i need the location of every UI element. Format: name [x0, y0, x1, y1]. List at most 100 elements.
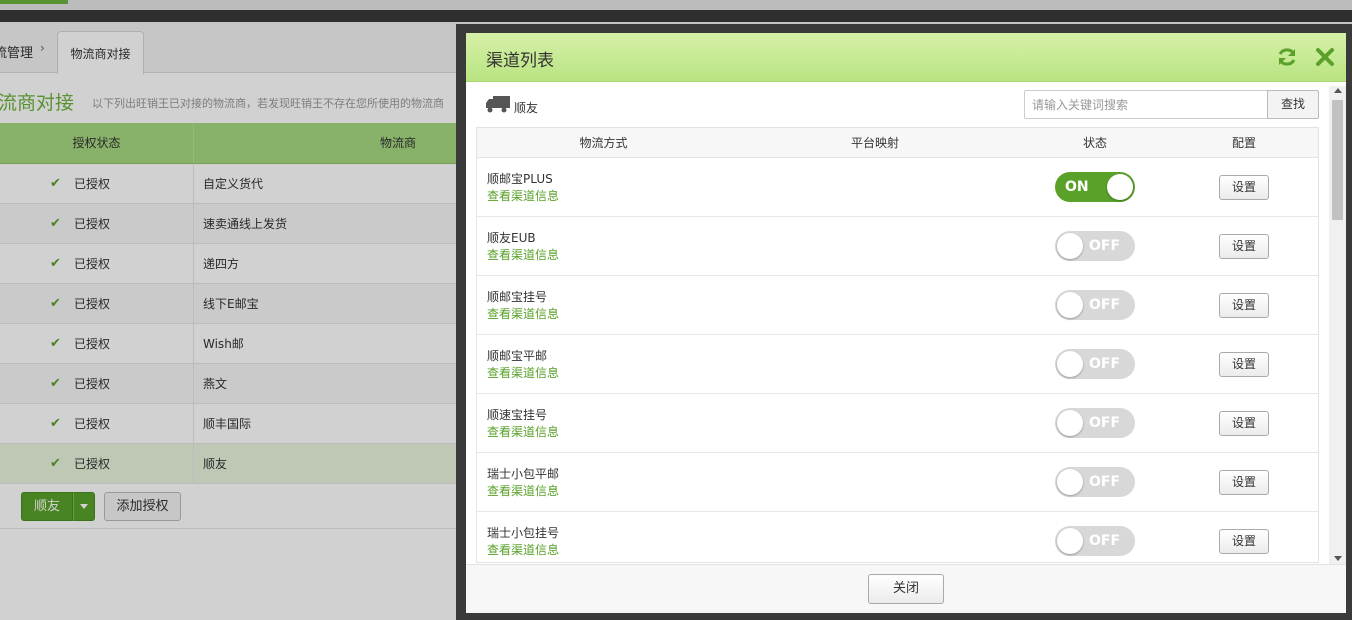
config-cell: 设置 [1170, 158, 1318, 216]
modal-body: 渠道列表 顺友 查找 物流方式 [466, 33, 1346, 613]
config-cell: 设置 [1170, 512, 1318, 562]
refresh-icon[interactable] [1276, 46, 1298, 68]
platform-mapping-cell [730, 453, 1020, 511]
status-toggle[interactable]: OFF [1055, 290, 1135, 320]
toggle-knob [1057, 469, 1083, 495]
platform-mapping-cell [730, 276, 1020, 334]
carrier-name: 顺友 [514, 101, 539, 115]
config-cell: 设置 [1170, 453, 1318, 511]
settings-button[interactable]: 设置 [1219, 351, 1269, 377]
table-row: 顺邮宝挂号 查看渠道信息 OFF 设置 [477, 276, 1318, 335]
modal-footer: 关闭 [466, 564, 1346, 613]
header-config: 配置 [1231, 136, 1256, 150]
channel-table: 物流方式 平台映射 状态 配置 顺邮宝PLUS 查看渠道信息 ON 设置 顺友EUB 查看… [476, 127, 1319, 563]
config-cell: 设置 [1170, 276, 1318, 334]
shipping-method-cell: 顺邮宝PLUS 查看渠道信息 [477, 158, 730, 216]
search-button[interactable]: 查找 [1267, 90, 1319, 119]
toggle-knob [1057, 233, 1083, 259]
header-platform-mapping: 平台映射 [850, 136, 899, 150]
shipping-method-cell: 顺速宝挂号 查看渠道信息 [477, 394, 730, 452]
scroll-down-arrow-icon[interactable] [1334, 556, 1342, 561]
platform-mapping-cell [730, 512, 1020, 562]
shipping-method-cell: 瑞士小包挂号 查看渠道信息 [477, 512, 730, 562]
shipping-method-name: 瑞士小包平邮 [487, 467, 560, 481]
scroll-thumb[interactable] [1332, 100, 1343, 220]
view-channel-info-link[interactable]: 查看渠道信息 [487, 541, 730, 559]
status-cell: OFF [1020, 512, 1170, 562]
status-toggle[interactable]: OFF [1055, 526, 1135, 556]
settings-button[interactable]: 设置 [1219, 292, 1269, 318]
settings-button[interactable]: 设置 [1219, 469, 1269, 495]
scroll-up-arrow-icon[interactable] [1334, 88, 1342, 93]
modal-toolbar: 顺友 查找 [466, 82, 1346, 127]
platform-mapping-cell [730, 217, 1020, 275]
platform-mapping-cell [730, 335, 1020, 393]
toggle-label: OFF [1089, 297, 1121, 313]
header-status: 状态 [1082, 136, 1107, 150]
shipping-method-name: 顺邮宝挂号 [487, 290, 548, 304]
table-row: 顺邮宝PLUS 查看渠道信息 ON 设置 [477, 158, 1318, 217]
toggle-knob [1057, 292, 1083, 318]
toggle-knob [1057, 351, 1083, 377]
toggle-knob [1107, 174, 1133, 200]
shipping-method-name: 顺友EUB [487, 231, 536, 245]
toggle-label: ON [1065, 179, 1089, 195]
modal-header: 渠道列表 [466, 33, 1346, 82]
view-channel-info-link[interactable]: 查看渠道信息 [487, 246, 730, 264]
table-row: 顺友EUB 查看渠道信息 OFF 设置 [477, 217, 1318, 276]
shipping-method-cell: 顺邮宝平邮 查看渠道信息 [477, 335, 730, 393]
toggle-label: OFF [1089, 238, 1121, 254]
settings-button[interactable]: 设置 [1219, 174, 1269, 200]
search-input[interactable] [1024, 90, 1268, 119]
status-toggle[interactable]: OFF [1055, 467, 1135, 497]
status-toggle[interactable]: OFF [1055, 349, 1135, 379]
close-icon[interactable] [1314, 46, 1336, 68]
status-cell: OFF [1020, 453, 1170, 511]
status-cell: OFF [1020, 217, 1170, 275]
modal-title: 渠道列表 [486, 51, 554, 71]
settings-button[interactable]: 设置 [1219, 528, 1269, 554]
config-cell: 设置 [1170, 217, 1318, 275]
status-cell: OFF [1020, 276, 1170, 334]
status-toggle[interactable]: OFF [1055, 231, 1135, 261]
toggle-knob [1057, 528, 1083, 554]
truck-icon [486, 96, 510, 113]
shipping-method-name: 顺邮宝PLUS [487, 172, 553, 186]
toggle-knob [1057, 410, 1083, 436]
channel-list-modal: 渠道列表 顺友 查找 物流方式 [456, 24, 1352, 620]
status-toggle[interactable]: ON [1055, 172, 1135, 202]
status-cell: OFF [1020, 394, 1170, 452]
shipping-method-name: 瑞士小包挂号 [487, 526, 560, 540]
platform-mapping-cell [730, 158, 1020, 216]
shipping-method-name: 顺邮宝平邮 [487, 349, 548, 363]
toggle-label: OFF [1089, 415, 1121, 431]
platform-mapping-cell [730, 394, 1020, 452]
shipping-method-cell: 顺邮宝挂号 查看渠道信息 [477, 276, 730, 334]
shipping-method-name: 顺速宝挂号 [487, 408, 548, 422]
table-row: 顺速宝挂号 查看渠道信息 OFF 设置 [477, 394, 1318, 453]
config-cell: 设置 [1170, 335, 1318, 393]
channel-table-header: 物流方式 平台映射 状态 配置 [477, 128, 1318, 158]
status-cell: ON [1020, 158, 1170, 216]
toggle-label: OFF [1089, 474, 1121, 490]
view-channel-info-link[interactable]: 查看渠道信息 [487, 187, 730, 205]
view-channel-info-link[interactable]: 查看渠道信息 [487, 364, 730, 382]
table-row: 瑞士小包平邮 查看渠道信息 OFF 设置 [477, 453, 1318, 512]
config-cell: 设置 [1170, 394, 1318, 452]
status-cell: OFF [1020, 335, 1170, 393]
view-channel-info-link[interactable]: 查看渠道信息 [487, 482, 730, 500]
shipping-method-cell: 顺友EUB 查看渠道信息 [477, 217, 730, 275]
shipping-method-cell: 瑞士小包平邮 查看渠道信息 [477, 453, 730, 511]
close-button[interactable]: 关闭 [868, 574, 944, 604]
header-shipping-method: 物流方式 [579, 136, 628, 150]
view-channel-info-link[interactable]: 查看渠道信息 [487, 423, 730, 441]
toggle-label: OFF [1089, 533, 1121, 549]
modal-scrollbar[interactable] [1329, 86, 1346, 564]
table-row: 顺邮宝平邮 查看渠道信息 OFF 设置 [477, 335, 1318, 394]
status-toggle[interactable]: OFF [1055, 408, 1135, 438]
toggle-label: OFF [1089, 356, 1121, 372]
settings-button[interactable]: 设置 [1219, 233, 1269, 259]
settings-button[interactable]: 设置 [1219, 410, 1269, 436]
view-channel-info-link[interactable]: 查看渠道信息 [487, 305, 730, 323]
table-row: 瑞士小包挂号 查看渠道信息 OFF 设置 [477, 512, 1318, 562]
